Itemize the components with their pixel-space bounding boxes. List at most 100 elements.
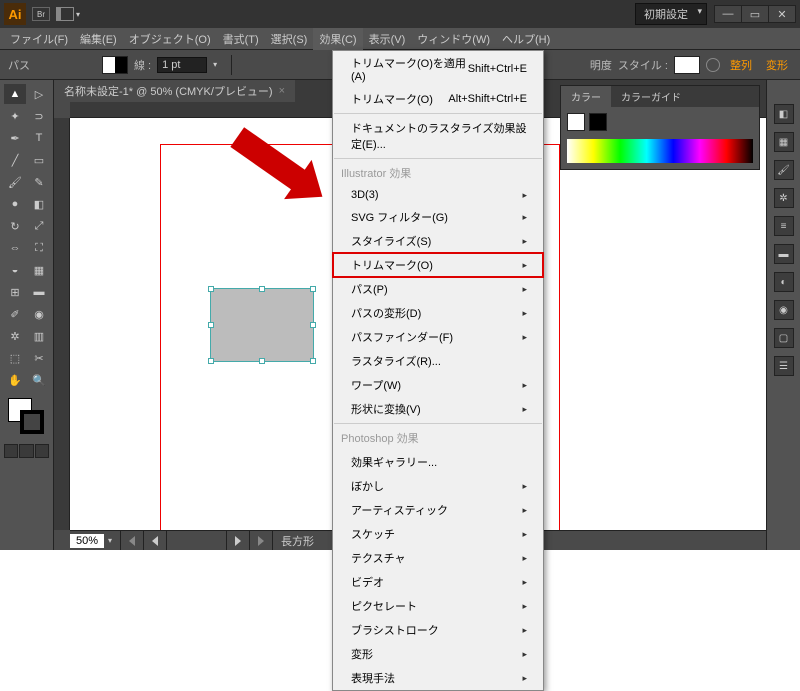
close-button[interactable]: ✕ bbox=[768, 5, 796, 23]
eraser-tool[interactable]: ◧ bbox=[28, 194, 50, 214]
fill-stroke-swatch[interactable] bbox=[102, 56, 128, 74]
menu-distort-transform[interactable]: パスの変形(D)▸ bbox=[333, 301, 543, 325]
document-tab[interactable]: 名称未設定-1* @ 50% (CMYK/プレビュー) × bbox=[54, 80, 295, 102]
menu-stylize-ps[interactable]: 表現手法▸ bbox=[333, 666, 543, 690]
tab-color[interactable]: カラー bbox=[561, 86, 611, 107]
none-mode-button[interactable] bbox=[35, 444, 49, 458]
selected-rectangle[interactable] bbox=[210, 288, 314, 362]
stroke-weight-input[interactable]: 1 pt bbox=[157, 57, 207, 73]
menu-sketch[interactable]: スケッチ▸ bbox=[333, 522, 543, 546]
perspective-tool[interactable]: ▦ bbox=[28, 260, 50, 280]
align-button[interactable]: 整列 bbox=[726, 57, 756, 73]
minimize-button[interactable]: — bbox=[714, 5, 742, 23]
menu-type[interactable]: 書式(T) bbox=[217, 28, 265, 50]
recolor-icon[interactable] bbox=[706, 58, 720, 72]
menu-pathfinder[interactable]: パスファインダー(F)▸ bbox=[333, 325, 543, 349]
stroke-panel-icon[interactable]: ≡ bbox=[774, 216, 794, 236]
selection-tool[interactable]: ▲ bbox=[4, 84, 26, 104]
menu-convert-to-shape[interactable]: 形状に変換(V)▸ bbox=[333, 397, 543, 421]
magic-wand-tool[interactable]: ✦ bbox=[4, 106, 26, 126]
mesh-tool[interactable]: ⊞ bbox=[4, 282, 26, 302]
rectangle-tool[interactable]: ▭ bbox=[28, 150, 50, 170]
hand-tool[interactable]: ✋ bbox=[4, 370, 26, 390]
shape-builder-tool[interactable]: ◒ bbox=[4, 260, 26, 280]
menu-edit[interactable]: 編集(E) bbox=[74, 28, 123, 50]
menu-distort[interactable]: 変形▸ bbox=[333, 642, 543, 666]
transparency-panel-icon[interactable]: ◐ bbox=[774, 272, 794, 292]
transform-button[interactable]: 変形 bbox=[762, 57, 792, 73]
menu-3d[interactable]: 3D(3)▸ bbox=[333, 185, 543, 205]
resize-handle[interactable] bbox=[208, 322, 214, 328]
chevron-down-icon[interactable]: ▾ bbox=[108, 536, 112, 545]
resize-handle[interactable] bbox=[259, 286, 265, 292]
graph-tool[interactable]: ▥ bbox=[28, 326, 50, 346]
menu-brush-strokes[interactable]: ブラシストローク▸ bbox=[333, 618, 543, 642]
slice-tool[interactable]: ✂ bbox=[28, 348, 50, 368]
layers-panel-icon[interactable]: ☰ bbox=[774, 356, 794, 376]
gradient-tool[interactable]: ▬ bbox=[28, 282, 50, 302]
menu-window[interactable]: ウィンドウ(W) bbox=[411, 28, 496, 50]
artboard-tool[interactable]: ⬚ bbox=[4, 348, 26, 368]
swatches-panel-icon[interactable]: ▦ bbox=[774, 132, 794, 152]
menu-select[interactable]: 選択(S) bbox=[265, 28, 314, 50]
chevron-down-icon[interactable]: ▾ bbox=[76, 10, 80, 19]
menu-svg-filters[interactable]: SVG フィルター(G)▸ bbox=[333, 205, 543, 229]
type-tool[interactable]: T bbox=[28, 128, 50, 148]
pen-tool[interactable]: ✒ bbox=[4, 128, 26, 148]
next-icon[interactable] bbox=[235, 536, 241, 546]
lasso-tool[interactable]: ⊃ bbox=[28, 106, 50, 126]
close-tab-icon[interactable]: × bbox=[279, 85, 285, 97]
next-artboard-icon[interactable] bbox=[258, 536, 264, 546]
gradient-mode-button[interactable] bbox=[19, 444, 33, 458]
prev-icon[interactable] bbox=[152, 536, 158, 546]
menu-warp[interactable]: ワープ(W)▸ bbox=[333, 373, 543, 397]
fill-stroke-control[interactable] bbox=[4, 398, 49, 438]
brushes-panel-icon[interactable]: 🖌 bbox=[774, 160, 794, 180]
symbols-panel-icon[interactable]: ✲ bbox=[774, 188, 794, 208]
appearance-panel-icon[interactable]: ◉ bbox=[774, 300, 794, 320]
menu-rasterize-settings[interactable]: ドキュメントのラスタライズ効果設定(E)... bbox=[333, 116, 543, 156]
color-panel-icon[interactable]: ◧ bbox=[774, 104, 794, 124]
workspace-selector[interactable]: 初期設定 bbox=[635, 3, 707, 25]
resize-handle[interactable] bbox=[310, 358, 316, 364]
eyedropper-tool[interactable]: ✐ bbox=[4, 304, 26, 324]
menu-last-effect[interactable]: トリムマーク(O)Alt+Shift+Ctrl+E bbox=[333, 87, 543, 111]
resize-handle[interactable] bbox=[310, 322, 316, 328]
zoom-field[interactable]: 50% bbox=[70, 534, 104, 548]
menu-trim-marks[interactable]: トリムマーク(O)▸ bbox=[333, 253, 543, 277]
pencil-tool[interactable]: ✎ bbox=[28, 172, 50, 192]
tab-color-guide[interactable]: カラーガイド bbox=[611, 86, 691, 107]
menu-apply-last-effect[interactable]: トリムマーク(O)を適用(A)Shift+Ctrl+E bbox=[333, 51, 543, 87]
menu-view[interactable]: 表示(V) bbox=[363, 28, 412, 50]
color-panel[interactable]: カラー カラーガイド bbox=[560, 85, 760, 170]
menu-help[interactable]: ヘルプ(H) bbox=[496, 28, 556, 50]
brush-tool[interactable]: 🖌 bbox=[4, 172, 26, 192]
zoom-tool[interactable]: 🔍 bbox=[28, 370, 50, 390]
gradient-panel-icon[interactable]: ▬ bbox=[774, 244, 794, 264]
direct-selection-tool[interactable]: ▷ bbox=[28, 84, 50, 104]
graphic-styles-panel-icon[interactable]: ▢ bbox=[774, 328, 794, 348]
menu-effect-gallery[interactable]: 効果ギャラリー... bbox=[333, 450, 543, 474]
prev-artboard-icon[interactable] bbox=[129, 536, 135, 546]
blob-brush-tool[interactable]: ● bbox=[4, 194, 26, 214]
menu-effect[interactable]: 効果(C) bbox=[313, 28, 362, 50]
bridge-icon[interactable]: Br bbox=[32, 7, 50, 21]
menu-blur[interactable]: ぼかし▸ bbox=[333, 474, 543, 498]
resize-handle[interactable] bbox=[208, 286, 214, 292]
stroke-swatch-icon[interactable] bbox=[20, 410, 44, 434]
layout-icon[interactable] bbox=[56, 7, 74, 21]
width-tool[interactable]: ⇔ bbox=[4, 238, 26, 258]
menu-artistic[interactable]: アーティスティック▸ bbox=[333, 498, 543, 522]
resize-handle[interactable] bbox=[259, 358, 265, 364]
line-tool[interactable]: ╱ bbox=[4, 150, 26, 170]
style-swatch[interactable] bbox=[674, 56, 700, 74]
resize-handle[interactable] bbox=[310, 286, 316, 292]
blend-tool[interactable]: ◉ bbox=[28, 304, 50, 324]
menu-file[interactable]: ファイル(F) bbox=[4, 28, 74, 50]
free-transform-tool[interactable]: ⛶ bbox=[28, 238, 50, 258]
menu-stylize[interactable]: スタイライズ(S)▸ bbox=[333, 229, 543, 253]
chevron-down-icon[interactable]: ▾ bbox=[213, 60, 217, 69]
maximize-button[interactable]: ▭ bbox=[741, 5, 769, 23]
symbol-sprayer-tool[interactable]: ✲ bbox=[4, 326, 26, 346]
menu-object[interactable]: オブジェクト(O) bbox=[123, 28, 217, 50]
